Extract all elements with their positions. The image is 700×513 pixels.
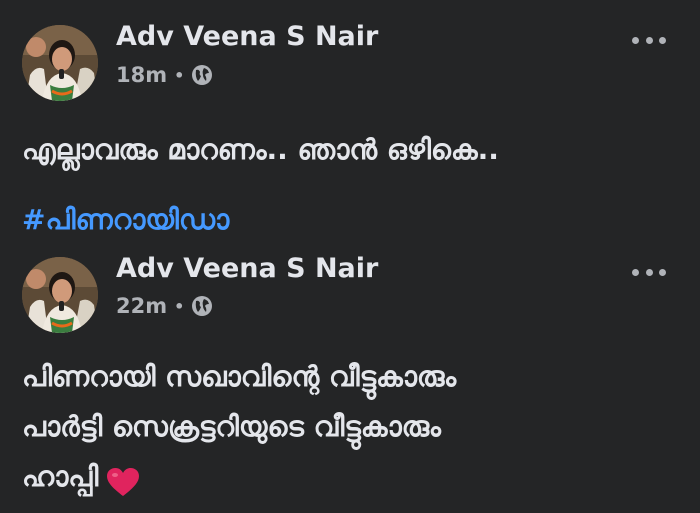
- post-time[interactable]: 18m: [116, 63, 167, 87]
- post-text: പിണറായി സഖാവിന്റെ വീട്ടുകാരും പാർട്ടി സെ…: [22, 352, 456, 502]
- meta-separator: •: [174, 65, 185, 85]
- more-options-icon[interactable]: [632, 35, 666, 45]
- hashtag-link[interactable]: #പിണറായിഡാ: [22, 203, 229, 237]
- post-meta: 22m •: [116, 293, 213, 319]
- post-text-line: ഹാപ്പി: [22, 460, 99, 493]
- post-text-line-last: ഹാപ്പി: [22, 452, 456, 502]
- author-name[interactable]: Adv Veena S Nair: [116, 253, 378, 284]
- post-text: എല്ലാവരും മാറണം.. ഞാൻ ഒഴികെ..: [22, 133, 499, 166]
- avatar-photo: [22, 25, 98, 101]
- avatar-photo: [22, 257, 98, 333]
- globe-icon[interactable]: [191, 64, 213, 86]
- meta-separator: •: [174, 296, 185, 316]
- author-name[interactable]: Adv Veena S Nair: [116, 21, 378, 52]
- post-meta: 18m •: [116, 62, 213, 88]
- globe-icon[interactable]: [191, 295, 213, 317]
- post-text-line: പാർട്ടി സെക്രട്ടറിയുടെ വീട്ടുകാരും: [22, 410, 441, 443]
- post-text-line: പിണറായി സഖാവിന്റെ വീട്ടുകാരും: [22, 360, 457, 393]
- more-options-icon[interactable]: [632, 267, 666, 277]
- red-heart-icon: [106, 463, 140, 496]
- avatar[interactable]: [22, 25, 98, 101]
- post-time[interactable]: 22m: [116, 294, 167, 318]
- avatar[interactable]: [22, 257, 98, 333]
